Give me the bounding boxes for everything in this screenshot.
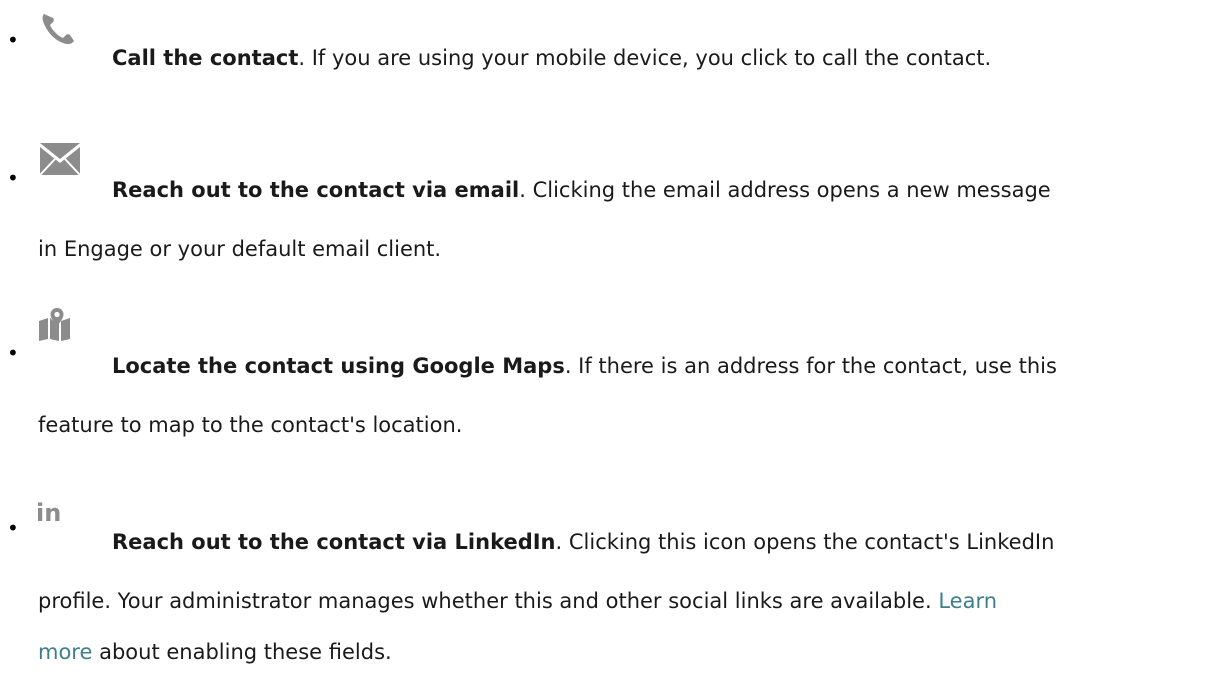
item-text-continuation: feature to map to the contact's location… [38, 413, 463, 437]
item-title: Reach out to the contact via LinkedIn [112, 530, 556, 554]
item-title: Call the contact [112, 46, 299, 70]
item-text-continuation-2: more about enabling these fields. [38, 640, 392, 664]
bullet: • [7, 516, 19, 540]
bullet: • [7, 341, 19, 365]
item-text: Call the contact. If you are using your … [112, 46, 992, 70]
learn-more-link-cont[interactable]: more [38, 640, 92, 664]
envelope-icon[interactable] [38, 141, 82, 181]
item-text-continuation: profile. Your administrator manages whet… [38, 589, 998, 613]
item-title: Locate the contact using Google Maps [112, 354, 565, 378]
item-text: Locate the contact using Google Maps. If… [112, 354, 1057, 378]
bullet: • [7, 28, 19, 52]
item-title: Reach out to the contact via email [112, 178, 520, 202]
bullet: • [7, 166, 19, 190]
map-pin-icon[interactable] [38, 307, 72, 345]
item-text-continuation: in Engage or your default email client. [38, 237, 442, 261]
item-text: Reach out to the contact via LinkedIn. C… [112, 530, 1055, 554]
phone-icon[interactable] [38, 8, 78, 52]
linkedin-icon[interactable]: in [36, 500, 61, 526]
learn-more-link[interactable]: Learn [938, 589, 997, 613]
item-text: Reach out to the contact via email. Clic… [112, 178, 1051, 202]
